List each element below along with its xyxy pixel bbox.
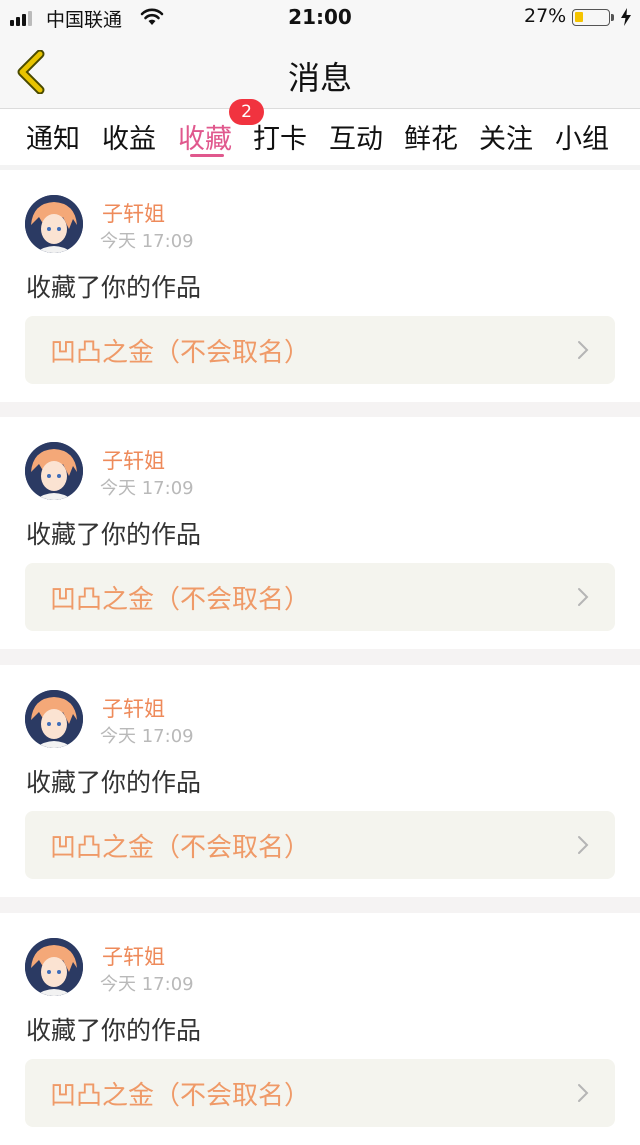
work-link[interactable]: 凹凸之金（不会取名） [25,563,615,631]
battery-icon [572,9,610,26]
chevron-right-icon [578,341,589,359]
charging-icon [621,8,631,26]
card-divider [0,401,640,417]
avatar-image [25,442,83,500]
tab-flowers[interactable]: 鲜花 [404,117,458,156]
tab-following[interactable]: 关注 [479,117,533,156]
action-text: 收藏了你的作品 [26,1016,202,1045]
favorite-notification-card: 子轩姐 今天 17:09 收藏了你的作品 凹凸之金（不会取名） [0,913,640,1145]
timestamp: 今天 17:09 [100,726,194,747]
favorite-notification-card: 子轩姐 今天 17:09 收藏了你的作品 凹凸之金（不会取名） [0,170,640,402]
tab-earnings[interactable]: 收益 [102,117,156,156]
action-text: 收藏了你的作品 [26,520,202,549]
favorite-notification-card: 子轩姐 今天 17:09 收藏了你的作品 凹凸之金（不会取名） [0,665,640,897]
battery-tip [611,14,614,21]
chevron-right-icon [578,836,589,854]
chevron-right-icon [578,588,589,606]
chevron-right-icon [578,1084,589,1102]
timestamp: 今天 17:09 [100,478,194,499]
tab-interactions[interactable]: 互动 [329,117,383,156]
timestamp: 今天 17:09 [100,974,194,995]
username[interactable]: 子轩姐 [102,445,165,475]
nav-header: 消息 [0,36,640,109]
page-title: 消息 [287,59,352,97]
avatar-image [25,195,83,253]
avatar[interactable] [25,938,83,996]
username[interactable]: 子轩姐 [102,198,165,228]
work-title: 凹凸之金（不会取名） [50,1081,311,1111]
status-bar: 中国联通 21:00 27% [0,0,640,36]
timestamp: 今天 17:09 [100,231,194,252]
action-text: 收藏了你的作品 [26,768,202,797]
card-divider [0,897,640,913]
tab-checkin[interactable]: 打卡 [253,117,307,156]
username[interactable]: 子轩姐 [102,941,165,971]
avatar[interactable] [25,690,83,748]
unread-badge: 2 [229,99,264,125]
username[interactable]: 子轩姐 [102,693,165,723]
avatar-image [25,938,83,996]
work-link[interactable]: 凹凸之金（不会取名） [25,1059,615,1127]
avatar[interactable] [25,442,83,500]
active-tab-indicator [190,154,224,157]
tab-groups[interactable]: 小组 [555,117,609,156]
work-link[interactable]: 凹凸之金（不会取名） [25,316,615,384]
work-title: 凹凸之金（不会取名） [50,585,311,615]
avatar[interactable] [25,195,83,253]
tab-notifications[interactable]: 通知 [26,117,80,156]
work-title: 凹凸之金（不会取名） [50,338,311,368]
tab-favorites[interactable]: 收藏 [178,117,232,156]
tab-bar: 通知 收益 收藏 打卡 互动 鲜花 关注 小组 [0,109,640,165]
work-link[interactable]: 凹凸之金（不会取名） [25,811,615,879]
favorite-notification-card: 子轩姐 今天 17:09 收藏了你的作品 凹凸之金（不会取名） [0,417,640,649]
work-title: 凹凸之金（不会取名） [50,833,311,863]
battery-level [575,12,583,22]
card-divider [0,649,640,665]
battery-percent: 27% [524,5,567,27]
action-text: 收藏了你的作品 [26,273,202,302]
avatar-image [25,690,83,748]
